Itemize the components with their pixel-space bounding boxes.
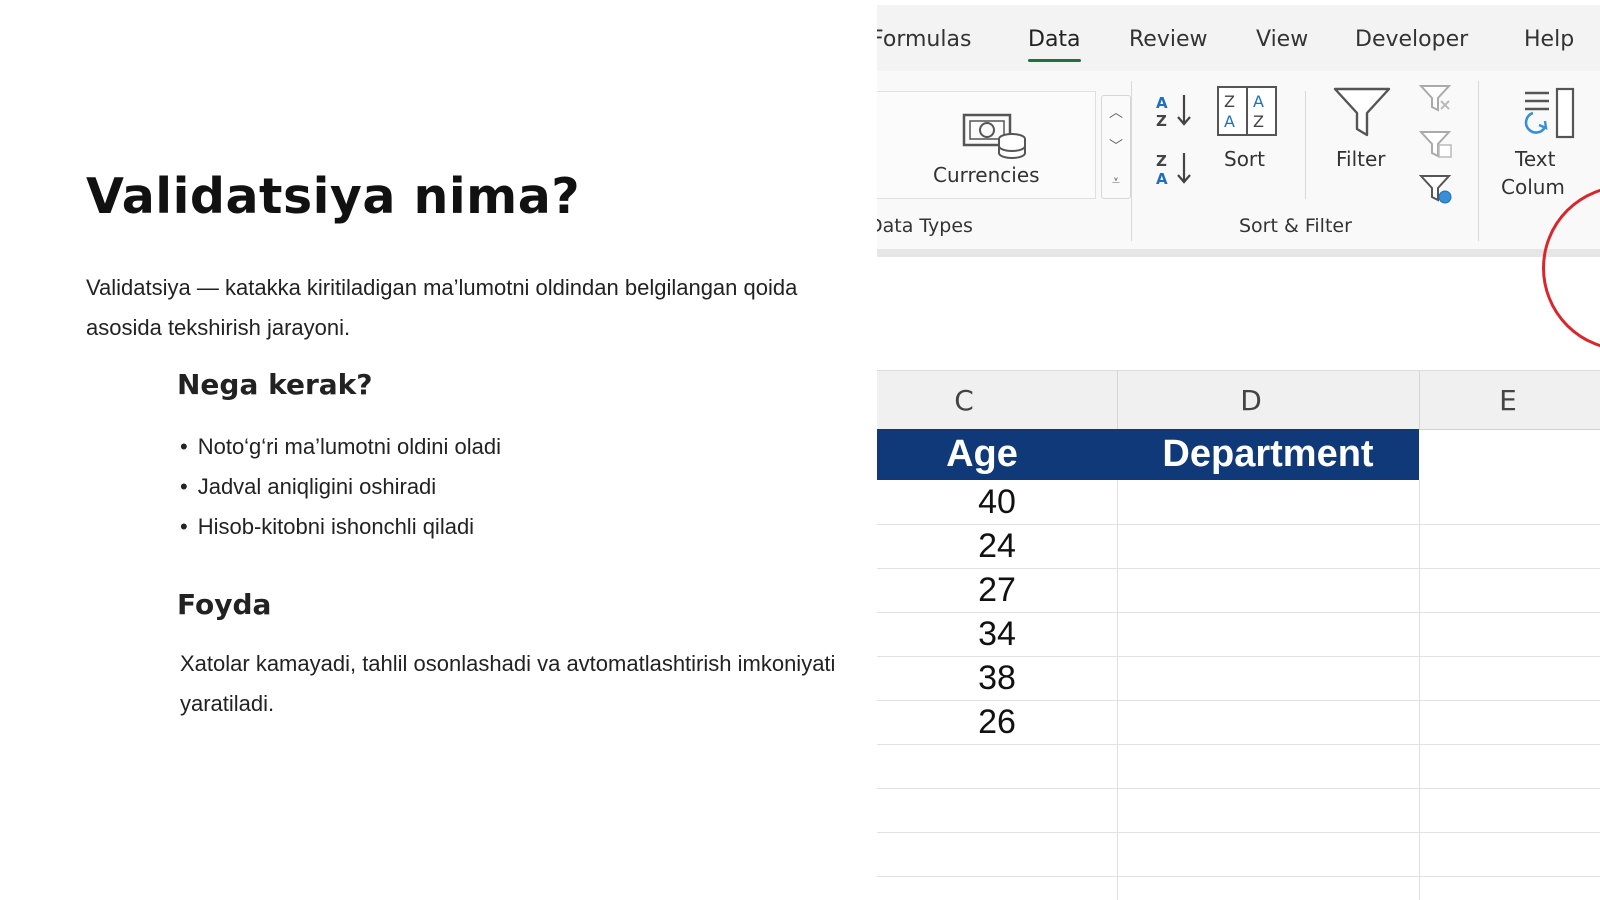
svg-text:A: A <box>1156 170 1168 188</box>
empty-row <box>877 832 1600 877</box>
table-row: 27 <box>877 568 1600 613</box>
age-cell[interactable]: 24 <box>877 524 1117 568</box>
column-divider[interactable] <box>1419 371 1420 429</box>
sort-dialog-icon[interactable]: Z A A Z <box>1216 85 1278 141</box>
benefit-paragraph: Xatolar kamayadi, tahlil osonlashadi va … <box>180 651 836 716</box>
scroll-down-icon[interactable]: ﹀ <box>1102 130 1130 164</box>
page-title: Validatsiya nima? <box>86 168 581 225</box>
sort-descending-icon[interactable]: Z A <box>1154 149 1198 189</box>
list-item: Hisob-kitobni ishonchli qiladi <box>180 507 501 547</box>
svg-text:Z: Z <box>1156 112 1167 130</box>
filter-button[interactable]: Filter <box>1336 147 1386 171</box>
currencies-button[interactable]: Currencies <box>933 163 1040 187</box>
advanced-filter-icon[interactable] <box>1419 173 1455 207</box>
svg-text:Z: Z <box>1224 92 1235 111</box>
list-item: Noto‘g‘ri ma’lumotni oldini oladi <box>180 427 501 467</box>
column-headers: C D E <box>877 370 1600 430</box>
ribbon-tab-bar: Formulas Data Review View Developer Help <box>877 5 1600 71</box>
svg-text:Z: Z <box>1156 152 1167 170</box>
group-divider <box>1131 81 1132 241</box>
ribbon-data: : Currencies ︿ ﹀ ⩡ Data Types A Z Z A <box>877 71 1600 257</box>
age-cell[interactable]: 26 <box>877 700 1117 744</box>
reapply-filter-icon[interactable] <box>1419 129 1455 161</box>
column-header-d[interactable]: D <box>1221 384 1281 417</box>
clear-filter-icon[interactable] <box>1419 83 1455 115</box>
data-types-group-label: Data Types <box>877 215 973 237</box>
table-row: 40 <box>877 480 1600 525</box>
svg-text:A: A <box>1224 112 1235 131</box>
table-row: 26 <box>877 700 1600 745</box>
column-header-c[interactable]: C <box>934 384 994 417</box>
table-row: 38 <box>877 656 1600 701</box>
tab-view[interactable]: View <box>1256 27 1308 52</box>
header-cell-age[interactable]: Age <box>877 429 1087 480</box>
table-row: 34 <box>877 612 1600 657</box>
list-item: Jadval aniqligini oshiradi <box>180 467 501 507</box>
column-gridline <box>1419 480 1420 900</box>
group-divider <box>1478 81 1479 241</box>
tab-developer[interactable]: Developer <box>1355 27 1468 52</box>
header-cell-department[interactable]: Department <box>1117 429 1419 480</box>
gallery-scroll[interactable]: ︿ ﹀ ⩡ <box>1101 95 1131 199</box>
filter-icon[interactable] <box>1332 85 1392 141</box>
expand-gallery-icon[interactable]: ⩡ <box>1102 164 1130 198</box>
empty-row <box>877 744 1600 789</box>
table-row: 24 <box>877 524 1600 569</box>
empty-row <box>877 788 1600 833</box>
svg-text:A: A <box>1253 92 1264 111</box>
tab-review[interactable]: Review <box>1129 27 1208 52</box>
table-header-row: Age Department <box>877 429 1419 480</box>
age-cell[interactable]: 27 <box>877 568 1117 612</box>
tab-formulas[interactable]: Formulas <box>877 27 971 52</box>
excel-screenshot: Formulas Data Review View Developer Help… <box>877 5 1600 900</box>
text-to-columns-icon[interactable] <box>1515 87 1575 139</box>
text-to-columns-label-2[interactable]: Colum <box>1501 175 1565 199</box>
age-cell[interactable]: 34 <box>877 612 1117 656</box>
sort-ascending-icon[interactable]: A Z <box>1154 91 1198 131</box>
benefit-heading: Foyda <box>177 588 272 621</box>
why-heading: Nega kerak? <box>177 368 373 401</box>
age-cell[interactable]: 38 <box>877 656 1117 700</box>
tab-data[interactable]: Data <box>1028 27 1081 62</box>
sort-filter-group-label: Sort & Filter <box>1239 215 1352 237</box>
column-divider[interactable] <box>1117 371 1118 429</box>
column-header-e[interactable]: E <box>1478 384 1538 417</box>
age-cell[interactable]: 40 <box>877 480 1117 524</box>
svg-text:Z: Z <box>1253 112 1264 131</box>
benefits-list: Noto‘g‘ri ma’lumotni oldini oladi Jadval… <box>180 427 501 547</box>
svg-text:A: A <box>1156 94 1168 112</box>
text-to-columns-label-1[interactable]: Text <box>1515 147 1555 171</box>
intro-paragraph: Validatsiya — katakka kiritiladigan ma’l… <box>86 275 798 340</box>
sort-button[interactable]: Sort <box>1224 147 1265 171</box>
currencies-icon[interactable] <box>960 107 1030 163</box>
column-gridline <box>1117 480 1118 900</box>
group-divider <box>1305 91 1306 199</box>
scroll-up-icon[interactable]: ︿ <box>1102 96 1130 130</box>
tab-help[interactable]: Help <box>1524 27 1574 52</box>
